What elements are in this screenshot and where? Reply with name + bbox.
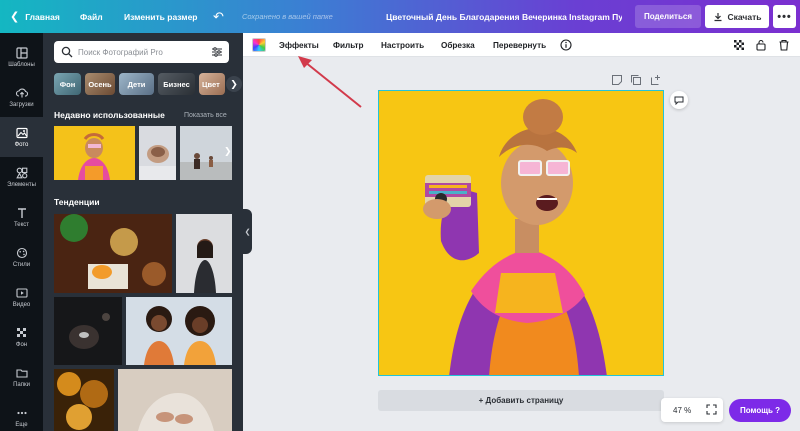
recent-title: Недавно использованные [54, 110, 165, 120]
chevron-right-icon[interactable]: ❯ [224, 146, 232, 157]
document-title[interactable]: Цветочный День Благодарения Вечеринка In… [386, 0, 622, 33]
image-toolbar: Эффекты Фильтр Настроить Обрезка Перевер… [243, 33, 800, 57]
adjust-button[interactable]: Настроить [381, 33, 424, 57]
folder-icon [15, 368, 28, 378]
trend-photo-1[interactable] [54, 214, 172, 293]
chip-kids[interactable]: Дети [119, 73, 154, 95]
trend-photo-6[interactable] [118, 369, 232, 431]
download-icon [714, 12, 722, 21]
undo-icon[interactable]: ↶ [213, 0, 224, 33]
elements-icon [15, 167, 27, 178]
rail-label: Текст [13, 221, 30, 228]
video-icon [15, 287, 28, 298]
color-picker-button[interactable] [252, 38, 266, 52]
zoom-control[interactable]: 47 % [661, 398, 723, 422]
rail-label: Загрузки [9, 101, 34, 108]
download-button[interactable]: Скачать [705, 5, 769, 28]
note-icon[interactable] [611, 74, 623, 86]
trends-title: Тенденции [54, 197, 100, 207]
add-page-icon[interactable] [650, 74, 662, 86]
zoom-value: 47 % [673, 406, 692, 415]
top-bar: ❮ Главная Файл Изменить размер ↶ Сохране… [0, 0, 800, 33]
photo-icon [15, 127, 28, 138]
filter-button[interactable]: Фильтр [333, 33, 364, 57]
collapse-panel-button[interactable]: ❮ [243, 209, 252, 254]
search-box [54, 41, 229, 63]
rail-label: Элементы [7, 181, 36, 188]
search-icon [61, 46, 73, 58]
rail-label: Папки [13, 381, 30, 388]
more-icon [16, 411, 27, 414]
filter-icon[interactable] [211, 46, 223, 58]
info-icon[interactable] [560, 39, 572, 51]
transparency-icon[interactable] [733, 39, 745, 51]
flip-button[interactable]: Перевернуть [493, 33, 546, 57]
trend-photo-4[interactable] [126, 297, 232, 365]
share-button[interactable]: Поделиться [635, 5, 701, 28]
rail-item-styles[interactable]: Стили [0, 237, 43, 277]
comment-button[interactable] [670, 91, 688, 109]
recent-photo-2[interactable] [139, 126, 176, 180]
category-chips: Фон Осень Дети Бизнес Цвет ❯ [54, 73, 242, 95]
show-all-link[interactable]: Показать все [184, 112, 227, 119]
canvas-photo[interactable] [378, 90, 664, 376]
rail-item-video[interactable]: Видео [0, 277, 43, 317]
text-icon [17, 207, 26, 218]
effects-button[interactable]: Эффекты [279, 33, 319, 57]
resize-button[interactable]: Изменить размер [124, 0, 198, 33]
rail-item-more[interactable]: Еще [0, 397, 43, 431]
rail-label: Фон [15, 341, 28, 348]
trend-photo-3[interactable] [54, 297, 122, 365]
comment-icon [674, 96, 684, 105]
woman-with-camera-image [379, 91, 663, 375]
chevron-right-icon[interactable]: ❯ [226, 76, 242, 92]
rail-label: Стили [12, 261, 31, 268]
fullscreen-icon[interactable] [706, 404, 717, 415]
rail-label: Еще [15, 421, 28, 428]
chip-business[interactable]: Бизнес [158, 73, 195, 95]
file-menu[interactable]: Файл [80, 0, 103, 33]
rail-item-text[interactable]: Текст [0, 197, 43, 237]
save-status: Сохранено в вашей папке [242, 12, 333, 21]
rail-item-elements[interactable]: Элементы [0, 157, 43, 197]
templates-icon [15, 46, 28, 59]
trend-photo-5[interactable] [54, 369, 114, 431]
upload-icon [15, 87, 28, 97]
photos-panel: Фон Осень Дети Бизнес Цвет ❯ Недавно исп… [43, 33, 243, 431]
chip-color[interactable]: Цвет [199, 73, 225, 95]
search-input[interactable] [78, 44, 208, 60]
trend-photo-2[interactable] [176, 214, 232, 293]
home-label: Главная [25, 11, 60, 22]
more-options-button[interactable]: ••• [773, 5, 796, 28]
left-rail: Шаблоны Загрузки Фото Элементы Текст Сти… [0, 33, 43, 431]
rail-label: Фото [14, 141, 29, 148]
rail-label: Видео [12, 301, 31, 308]
rail-item-uploads[interactable]: Загрузки [0, 77, 43, 117]
background-icon [16, 327, 26, 337]
recent-photo-1[interactable] [54, 126, 135, 180]
chip-autumn[interactable]: Осень [85, 73, 115, 95]
rail-item-templates[interactable]: Шаблоны [0, 37, 43, 77]
chevron-left-icon: ❮ [10, 11, 20, 23]
add-page-button[interactable]: + Добавить страницу [378, 390, 664, 411]
home-button[interactable]: ❮ Главная [10, 0, 60, 33]
download-label: Скачать [727, 11, 762, 22]
crop-button[interactable]: Обрезка [441, 33, 475, 57]
lock-icon[interactable] [755, 39, 767, 51]
help-button[interactable]: Помощь ? [729, 399, 791, 422]
styles-icon [16, 247, 27, 258]
rail-item-background[interactable]: Фон [0, 317, 43, 357]
trash-icon[interactable] [778, 39, 790, 51]
rail-item-folders[interactable]: Папки [0, 357, 43, 397]
rail-label: Шаблоны [8, 61, 35, 68]
duplicate-icon[interactable] [630, 74, 642, 86]
chip-background[interactable]: Фон [54, 73, 81, 95]
rail-item-photos[interactable]: Фото [0, 117, 43, 157]
